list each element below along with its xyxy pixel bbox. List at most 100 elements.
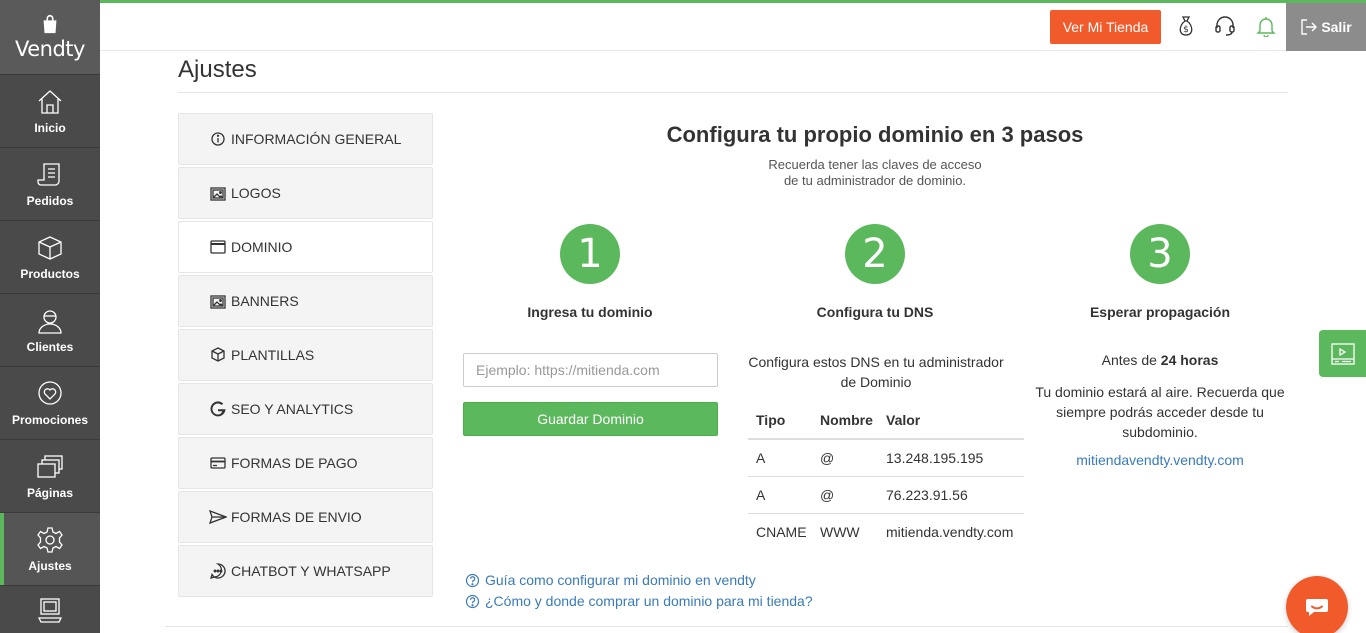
dns-instructions-line: de Dominio	[840, 374, 912, 390]
dns-name-cell: WWW	[820, 523, 860, 540]
info-icon	[211, 132, 225, 146]
step-3-circle: 3	[1130, 224, 1190, 284]
box-icon	[38, 235, 62, 260]
sidebar-item-clientes[interactable]: Clientes	[0, 294, 100, 367]
save-domain-button[interactable]: Guardar Dominio	[463, 402, 718, 436]
help-link-label: ¿Cómo y donde comprar un dominio para mi…	[485, 593, 813, 609]
table-row: A @ 13.248.195.195	[748, 439, 1024, 477]
money-bag-icon[interactable]: $	[1175, 15, 1197, 37]
top-header: Ver Mi Tienda $ Salir	[100, 3, 1366, 51]
sidebar-item-pedidos[interactable]: Pedidos	[0, 148, 100, 221]
dns-table: Tipo Nombre Valor A @ 13.248.195.195 A @…	[748, 402, 1024, 550]
sidebar-item-ajustes[interactable]: Ajustes	[0, 513, 100, 586]
sidebar-item-label: Pedidos	[26, 193, 74, 208]
table-row: A @ 76.223.91.56	[748, 476, 1024, 514]
table-header-row: Tipo Nombre Valor	[748, 402, 1024, 440]
logout-icon	[1301, 19, 1318, 35]
help-link-label: Guía como configurar mi dominio en vendt…	[485, 572, 756, 588]
menu-item-formas-de-envio[interactable]: FORMAS DE ENVIO	[178, 491, 433, 543]
heart-chat-icon	[38, 380, 62, 405]
sidebar-item-label: Inicio	[34, 120, 66, 135]
step-2-circle: 2	[845, 224, 905, 284]
chat-bubble-icon	[1306, 599, 1328, 616]
video-tutorial-tab[interactable]	[1319, 330, 1366, 377]
menu-item-chatbot-whatsapp[interactable]: CHATBOT Y WHATSAPP	[178, 545, 433, 597]
propagation-before-label: Antes de	[1101, 352, 1161, 368]
propagation-time: Antes de 24 horas	[1030, 352, 1290, 368]
menu-item-label: LOGOS	[231, 185, 281, 201]
logout-label: Salir	[1321, 19, 1352, 35]
sidebar-item-computer[interactable]	[0, 586, 100, 633]
menu-item-dominio[interactable]: DOMINIO	[178, 221, 433, 273]
pages-icon	[37, 454, 63, 478]
sidebar-item-label: Productos	[20, 266, 80, 281]
sidebar-item-label: Promociones	[11, 412, 89, 427]
dns-name-cell: @	[812, 476, 878, 514]
dns-instructions: Configura estos DNS en tu administrador …	[745, 352, 1007, 392]
dns-type-cell: A	[748, 439, 812, 477]
bell-icon[interactable]	[1255, 15, 1277, 37]
menu-item-label: SEO Y ANALYTICS	[231, 401, 354, 417]
home-icon	[38, 89, 62, 114]
step-3-title: Esperar propagación	[1089, 304, 1231, 320]
help-link-configure-domain[interactable]: Guía como configurar mi dominio en vendt…	[465, 572, 756, 588]
dns-name-cell: @	[812, 439, 878, 477]
page-title: Ajustes	[178, 56, 257, 83]
sidebar-item-label: Páginas	[26, 485, 74, 500]
menu-item-banners[interactable]: BANNERS	[178, 275, 433, 327]
sidebar-item-paginas[interactable]: Páginas	[0, 440, 100, 513]
video-icon	[1330, 342, 1355, 365]
sidebar-item-productos[interactable]: Productos	[0, 221, 100, 294]
subtitle-line: de tu administrador de dominio.	[783, 173, 967, 188]
send-icon	[209, 509, 227, 525]
sidebar-item-label: Clientes	[26, 339, 74, 354]
propagation-description: Tu dominio estará al aire. Recuerda que …	[1030, 382, 1290, 442]
bottom-divider	[165, 626, 1288, 627]
svg-text:$: $	[1183, 25, 1189, 35]
view-store-button[interactable]: Ver Mi Tienda	[1050, 10, 1161, 44]
menu-item-logos[interactable]: LOGOS	[178, 167, 433, 219]
computer-icon	[37, 598, 63, 623]
dns-value-cell: 76.223.91.56	[878, 476, 1024, 514]
sidebar-item-inicio[interactable]: Inicio	[0, 75, 100, 148]
sidebar-item-label: Ajustes	[28, 558, 72, 573]
sidebar: Vendty Inicio Pedidos Productos Clientes…	[0, 0, 100, 633]
propagation-hours: 24 horas	[1160, 352, 1219, 368]
step-1-title: Ingresa tu dominio	[527, 304, 653, 320]
title-divider	[178, 92, 1288, 93]
logout-button[interactable]: Salir	[1286, 3, 1366, 51]
card-icon	[210, 457, 226, 469]
menu-item-label: CHATBOT Y WHATSAPP	[231, 563, 391, 579]
domain-input[interactable]	[463, 353, 718, 387]
shopping-bag-icon	[43, 14, 57, 34]
column-header-tipo: Tipo	[748, 402, 812, 440]
user-icon	[38, 309, 62, 334]
menu-item-formas-de-pago[interactable]: FORMAS DE PAGO	[178, 437, 433, 489]
menu-item-label: INFORMACIÓN GENERAL	[231, 131, 402, 147]
menu-item-label: BANNERS	[231, 293, 299, 309]
logo[interactable]: Vendty	[0, 0, 100, 75]
help-link-buy-domain[interactable]: ¿Cómo y donde comprar un dominio para mi…	[465, 593, 813, 609]
column-header-valor: Valor	[878, 402, 1024, 440]
headset-icon[interactable]	[1214, 15, 1236, 37]
google-icon	[210, 401, 226, 417]
chat-widget-button[interactable]	[1286, 576, 1348, 633]
image-icon	[210, 295, 226, 309]
menu-item-plantillas[interactable]: PLANTILLAS	[178, 329, 433, 381]
propagation-line: siempre podrás acceder desde tu	[1056, 404, 1264, 420]
receipt-icon	[37, 162, 60, 186]
step-1-circle: 1	[560, 224, 620, 284]
menu-item-informacion-general[interactable]: INFORMACIÓN GENERAL	[178, 113, 433, 165]
question-icon	[465, 594, 480, 608]
subdomain-link[interactable]: mitiendavendty.vendty.com	[1030, 452, 1290, 468]
dns-value-cell: mitienda.vendty.com	[886, 523, 1014, 540]
menu-item-seo-analytics[interactable]: SEO Y ANALYTICS	[178, 383, 433, 435]
table-row: CNAME WWW mitienda.vendty.com	[748, 513, 1024, 550]
chat-icon	[210, 563, 226, 579]
dns-type-cell: A	[748, 476, 812, 514]
cube-icon	[211, 347, 225, 362]
domain-section-subtitle: Recuerda tener las claves de acceso de t…	[700, 157, 1050, 189]
sidebar-item-promociones[interactable]: Promociones	[0, 367, 100, 440]
window-icon	[210, 240, 226, 254]
gear-icon	[37, 526, 63, 553]
